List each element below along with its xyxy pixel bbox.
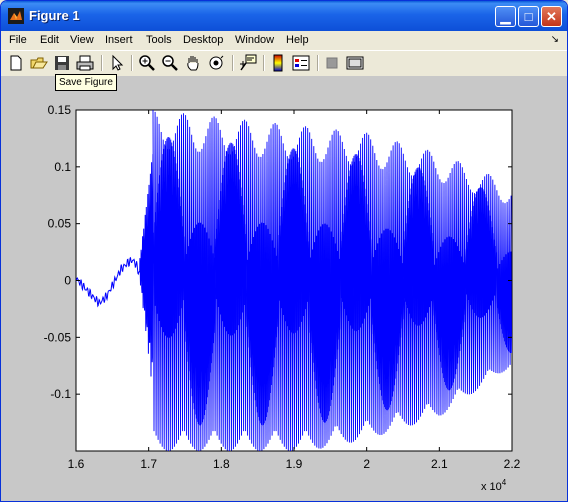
pan-hand-icon[interactable] — [184, 54, 202, 72]
menu-window[interactable]: Window — [235, 34, 274, 46]
maximize-icon: □ — [524, 9, 533, 24]
x-exponent-label: x 104 — [481, 478, 507, 493]
x-tick-label: 1.8 — [213, 457, 230, 471]
menu-edit[interactable]: Edit — [40, 34, 59, 46]
menu-tools[interactable]: Tools — [146, 34, 172, 46]
hide-plot-tools-icon[interactable] — [323, 54, 341, 72]
colorbar-icon[interactable] — [269, 54, 287, 72]
show-plot-tools-icon[interactable] — [346, 54, 364, 72]
print-icon[interactable] — [76, 54, 94, 72]
figure-canvas[interactable]: 1.6 1.7 1.8 1.9 2 2.1 2.2 0.15 0.1 0.05 0 -0.05 -0.… — [1, 76, 567, 501]
menu-bar: File Edit View Insert Tools Desktop Wind… — [1, 31, 567, 50]
toolbar-separator — [101, 55, 103, 71]
x-tick-label: 1.6 — [68, 457, 85, 471]
x-tick-label: 2 — [363, 457, 370, 471]
zoom-in-icon[interactable] — [138, 54, 156, 72]
pointer-icon[interactable] — [108, 54, 126, 72]
figure-toolbar — [1, 50, 567, 77]
menu-file[interactable]: File — [9, 34, 27, 46]
menu-desktop[interactable]: Desktop — [183, 34, 223, 46]
legend-icon[interactable] — [292, 54, 310, 72]
new-figure-icon[interactable] — [7, 54, 25, 72]
rotate-3d-icon[interactable] — [207, 54, 225, 72]
minimize-icon: ▁ — [500, 9, 511, 24]
menu-help[interactable]: Help — [286, 34, 309, 46]
save-icon[interactable] — [53, 54, 71, 72]
zoom-out-icon[interactable] — [161, 54, 179, 72]
window-title: Figure 1 — [29, 8, 80, 23]
menu-insert[interactable]: Insert — [105, 34, 133, 46]
x-tick-label: 2.1 — [431, 457, 448, 471]
toolbar-separator — [317, 55, 319, 71]
line-plot: 1.6 1.7 1.8 1.9 2 2.1 2.2 0.15 0.1 0.05 0 -0.05 -0.… — [44, 103, 521, 493]
y-tick-label: 0 — [64, 274, 71, 288]
x-tick-label: 1.7 — [140, 457, 157, 471]
open-file-icon[interactable] — [30, 54, 48, 72]
matlab-icon — [8, 8, 24, 24]
toolbar-separator — [232, 55, 234, 71]
dock-arrow-icon[interactable]: ↘ — [551, 34, 559, 45]
data-cursor-icon[interactable] — [239, 54, 257, 72]
maximize-button[interactable]: □ — [518, 6, 539, 27]
toolbar-separator — [263, 55, 265, 71]
tooltip-save-figure: Save Figure — [55, 74, 117, 91]
close-icon: ✕ — [546, 9, 557, 24]
title-bar[interactable]: Figure 1 ▁ □ ✕ — [1, 1, 567, 31]
y-tick-label: 0.1 — [54, 160, 71, 174]
y-tick-label: -0.1 — [50, 387, 71, 401]
toolbar-separator — [131, 55, 133, 71]
y-tick-label: -0.05 — [44, 330, 72, 344]
y-tick-label: 0.15 — [48, 103, 72, 117]
y-tick-label: 0.05 — [48, 217, 72, 231]
figure-window: Figure 1 ▁ □ ✕ File Edit View Insert Too… — [0, 0, 568, 502]
menu-view[interactable]: View — [70, 34, 94, 46]
x-tick-label: 2.2 — [504, 457, 521, 471]
x-tick-label: 1.9 — [286, 457, 303, 471]
close-button[interactable]: ✕ — [541, 6, 562, 27]
minimize-button[interactable]: ▁ — [495, 6, 516, 27]
